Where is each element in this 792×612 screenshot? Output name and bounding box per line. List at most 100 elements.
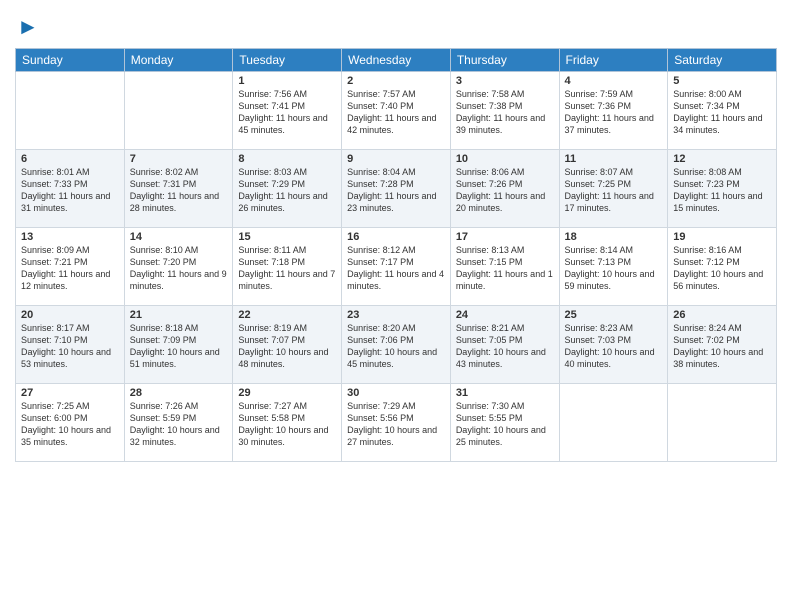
day-number: 23 [347, 309, 445, 321]
weekday-header-wednesday: Wednesday [342, 49, 451, 72]
day-info: Sunrise: 8:20 AMSunset: 7:06 PMDaylight:… [347, 322, 445, 371]
day-number: 18 [565, 231, 663, 243]
day-number: 31 [456, 387, 554, 399]
day-number: 17 [456, 231, 554, 243]
day-number: 13 [21, 231, 119, 243]
day-info: Sunrise: 8:10 AMSunset: 7:20 PMDaylight:… [130, 244, 228, 293]
calendar-cell: 18Sunrise: 8:14 AMSunset: 7:13 PMDayligh… [559, 228, 668, 306]
day-info: Sunrise: 7:27 AMSunset: 5:58 PMDaylight:… [238, 400, 336, 449]
weekday-header-sunday: Sunday [16, 49, 125, 72]
day-info: Sunrise: 8:13 AMSunset: 7:15 PMDaylight:… [456, 244, 554, 293]
calendar-cell: 9Sunrise: 8:04 AMSunset: 7:28 PMDaylight… [342, 150, 451, 228]
day-info: Sunrise: 7:58 AMSunset: 7:38 PMDaylight:… [456, 88, 554, 137]
day-number: 11 [565, 153, 663, 165]
calendar-cell: 29Sunrise: 7:27 AMSunset: 5:58 PMDayligh… [233, 384, 342, 462]
day-info: Sunrise: 8:12 AMSunset: 7:17 PMDaylight:… [347, 244, 445, 293]
day-number: 24 [456, 309, 554, 321]
calendar-cell [559, 384, 668, 462]
weekday-header-thursday: Thursday [450, 49, 559, 72]
day-number: 19 [673, 231, 771, 243]
day-number: 16 [347, 231, 445, 243]
weekday-header-friday: Friday [559, 49, 668, 72]
day-number: 12 [673, 153, 771, 165]
day-number: 15 [238, 231, 336, 243]
calendar-cell: 19Sunrise: 8:16 AMSunset: 7:12 PMDayligh… [668, 228, 777, 306]
calendar-cell: 13Sunrise: 8:09 AMSunset: 7:21 PMDayligh… [16, 228, 125, 306]
header: ► [15, 10, 777, 40]
day-number: 14 [130, 231, 228, 243]
calendar-row: 20Sunrise: 8:17 AMSunset: 7:10 PMDayligh… [16, 306, 777, 384]
calendar-table: SundayMondayTuesdayWednesdayThursdayFrid… [15, 48, 777, 462]
calendar-cell: 7Sunrise: 8:02 AMSunset: 7:31 PMDaylight… [124, 150, 233, 228]
day-info: Sunrise: 8:11 AMSunset: 7:18 PMDaylight:… [238, 244, 336, 293]
calendar-row: 13Sunrise: 8:09 AMSunset: 7:21 PMDayligh… [16, 228, 777, 306]
day-info: Sunrise: 8:08 AMSunset: 7:23 PMDaylight:… [673, 166, 771, 215]
day-info: Sunrise: 7:26 AMSunset: 5:59 PMDaylight:… [130, 400, 228, 449]
calendar-cell [124, 72, 233, 150]
day-number: 1 [238, 75, 336, 87]
calendar-cell: 25Sunrise: 8:23 AMSunset: 7:03 PMDayligh… [559, 306, 668, 384]
calendar-cell: 1Sunrise: 7:56 AMSunset: 7:41 PMDaylight… [233, 72, 342, 150]
day-info: Sunrise: 7:56 AMSunset: 7:41 PMDaylight:… [238, 88, 336, 137]
calendar-cell: 8Sunrise: 8:03 AMSunset: 7:29 PMDaylight… [233, 150, 342, 228]
day-info: Sunrise: 8:14 AMSunset: 7:13 PMDaylight:… [565, 244, 663, 293]
day-number: 2 [347, 75, 445, 87]
calendar-cell: 10Sunrise: 8:06 AMSunset: 7:26 PMDayligh… [450, 150, 559, 228]
day-info: Sunrise: 8:24 AMSunset: 7:02 PMDaylight:… [673, 322, 771, 371]
calendar-cell: 14Sunrise: 8:10 AMSunset: 7:20 PMDayligh… [124, 228, 233, 306]
day-info: Sunrise: 8:23 AMSunset: 7:03 PMDaylight:… [565, 322, 663, 371]
day-info: Sunrise: 7:57 AMSunset: 7:40 PMDaylight:… [347, 88, 445, 137]
day-info: Sunrise: 8:01 AMSunset: 7:33 PMDaylight:… [21, 166, 119, 215]
day-info: Sunrise: 8:18 AMSunset: 7:09 PMDaylight:… [130, 322, 228, 371]
calendar-cell: 5Sunrise: 8:00 AMSunset: 7:34 PMDaylight… [668, 72, 777, 150]
day-info: Sunrise: 8:06 AMSunset: 7:26 PMDaylight:… [456, 166, 554, 215]
calendar-cell: 15Sunrise: 8:11 AMSunset: 7:18 PMDayligh… [233, 228, 342, 306]
day-number: 21 [130, 309, 228, 321]
calendar-row: 6Sunrise: 8:01 AMSunset: 7:33 PMDaylight… [16, 150, 777, 228]
logo: ► [15, 10, 39, 40]
weekday-header-row: SundayMondayTuesdayWednesdayThursdayFrid… [16, 49, 777, 72]
logo-arrow-icon: ► [17, 14, 39, 40]
calendar-cell: 24Sunrise: 8:21 AMSunset: 7:05 PMDayligh… [450, 306, 559, 384]
calendar-cell: 28Sunrise: 7:26 AMSunset: 5:59 PMDayligh… [124, 384, 233, 462]
day-number: 4 [565, 75, 663, 87]
calendar-cell: 21Sunrise: 8:18 AMSunset: 7:09 PMDayligh… [124, 306, 233, 384]
day-number: 25 [565, 309, 663, 321]
day-number: 5 [673, 75, 771, 87]
calendar-cell: 6Sunrise: 8:01 AMSunset: 7:33 PMDaylight… [16, 150, 125, 228]
calendar-cell: 4Sunrise: 7:59 AMSunset: 7:36 PMDaylight… [559, 72, 668, 150]
day-info: Sunrise: 7:25 AMSunset: 6:00 PMDaylight:… [21, 400, 119, 449]
weekday-header-monday: Monday [124, 49, 233, 72]
weekday-header-saturday: Saturday [668, 49, 777, 72]
day-number: 9 [347, 153, 445, 165]
calendar-cell [16, 72, 125, 150]
day-info: Sunrise: 7:59 AMSunset: 7:36 PMDaylight:… [565, 88, 663, 137]
day-number: 30 [347, 387, 445, 399]
day-info: Sunrise: 8:19 AMSunset: 7:07 PMDaylight:… [238, 322, 336, 371]
calendar-row: 27Sunrise: 7:25 AMSunset: 6:00 PMDayligh… [16, 384, 777, 462]
calendar-cell: 30Sunrise: 7:29 AMSunset: 5:56 PMDayligh… [342, 384, 451, 462]
page: ► SundayMondayTuesdayWednesdayThursdayFr… [0, 0, 792, 612]
day-number: 22 [238, 309, 336, 321]
day-info: Sunrise: 8:04 AMSunset: 7:28 PMDaylight:… [347, 166, 445, 215]
day-number: 28 [130, 387, 228, 399]
day-number: 20 [21, 309, 119, 321]
day-number: 26 [673, 309, 771, 321]
day-number: 8 [238, 153, 336, 165]
calendar-cell: 20Sunrise: 8:17 AMSunset: 7:10 PMDayligh… [16, 306, 125, 384]
calendar-cell: 17Sunrise: 8:13 AMSunset: 7:15 PMDayligh… [450, 228, 559, 306]
weekday-header-tuesday: Tuesday [233, 49, 342, 72]
calendar-cell: 27Sunrise: 7:25 AMSunset: 6:00 PMDayligh… [16, 384, 125, 462]
calendar-cell: 16Sunrise: 8:12 AMSunset: 7:17 PMDayligh… [342, 228, 451, 306]
calendar-cell: 11Sunrise: 8:07 AMSunset: 7:25 PMDayligh… [559, 150, 668, 228]
day-number: 27 [21, 387, 119, 399]
day-info: Sunrise: 8:17 AMSunset: 7:10 PMDaylight:… [21, 322, 119, 371]
day-info: Sunrise: 8:07 AMSunset: 7:25 PMDaylight:… [565, 166, 663, 215]
day-number: 7 [130, 153, 228, 165]
day-number: 29 [238, 387, 336, 399]
calendar-cell: 23Sunrise: 8:20 AMSunset: 7:06 PMDayligh… [342, 306, 451, 384]
day-info: Sunrise: 8:00 AMSunset: 7:34 PMDaylight:… [673, 88, 771, 137]
day-info: Sunrise: 8:03 AMSunset: 7:29 PMDaylight:… [238, 166, 336, 215]
calendar-cell: 26Sunrise: 8:24 AMSunset: 7:02 PMDayligh… [668, 306, 777, 384]
day-number: 6 [21, 153, 119, 165]
